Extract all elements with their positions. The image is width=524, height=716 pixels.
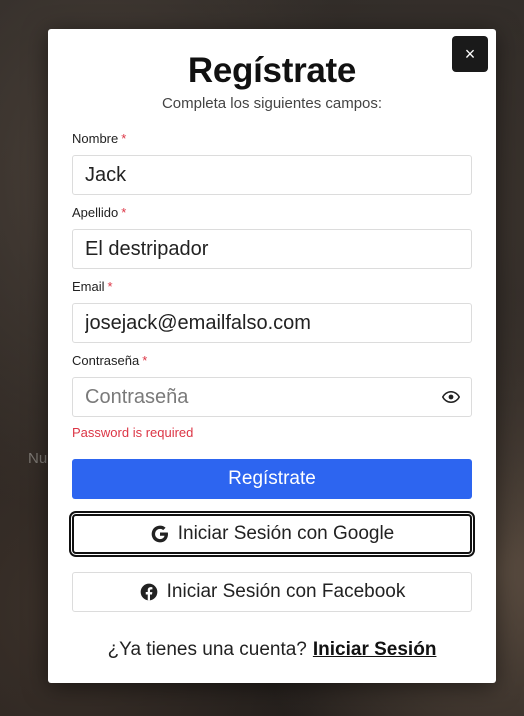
password-field-group: Contraseña * bbox=[72, 353, 472, 417]
apellido-field-group: Apellido * bbox=[72, 205, 472, 269]
apellido-input[interactable] bbox=[72, 229, 472, 269]
password-label: Contraseña * bbox=[72, 353, 148, 368]
facebook-login-button[interactable]: Iniciar Sesión con Facebook bbox=[72, 572, 472, 612]
password-error: Password is required bbox=[72, 425, 194, 440]
facebook-button-label: Iniciar Sesión con Facebook bbox=[166, 581, 406, 602]
modal-subtitle: Completa los siguientes campos: bbox=[161, 95, 383, 112]
modal-title: Regístrate bbox=[187, 51, 357, 90]
nombre-label: Nombre * bbox=[72, 131, 127, 146]
google-icon bbox=[151, 525, 168, 543]
required-mark: * bbox=[142, 353, 148, 368]
apellido-label: Apellido * bbox=[72, 205, 127, 220]
required-mark: * bbox=[121, 205, 127, 220]
facebook-icon bbox=[140, 583, 157, 601]
required-mark: * bbox=[107, 279, 113, 294]
email-input[interactable] bbox=[72, 303, 472, 343]
login-prompt: ¿Ya tienes una cuenta? Iniciar Sesión bbox=[48, 639, 496, 661]
required-mark: * bbox=[121, 131, 127, 146]
login-question: ¿Ya tienes una cuenta? bbox=[107, 639, 307, 660]
google-button-label: Iniciar Sesión con Google bbox=[177, 523, 395, 544]
nombre-input[interactable] bbox=[72, 155, 472, 195]
login-link[interactable]: Iniciar Sesión bbox=[313, 639, 437, 660]
register-button[interactable]: Regístrate bbox=[72, 459, 472, 499]
email-label: Email * bbox=[72, 279, 113, 294]
google-login-button[interactable]: Iniciar Sesión con Google bbox=[72, 514, 472, 554]
background-text-left: Nu bbox=[28, 450, 48, 467]
register-modal: × Regístrate Completa los siguientes cam… bbox=[48, 29, 496, 683]
eye-icon[interactable] bbox=[442, 390, 460, 404]
nombre-field-group: Nombre * bbox=[72, 131, 472, 195]
password-input[interactable] bbox=[72, 377, 472, 417]
email-field-group: Email * bbox=[72, 279, 472, 343]
